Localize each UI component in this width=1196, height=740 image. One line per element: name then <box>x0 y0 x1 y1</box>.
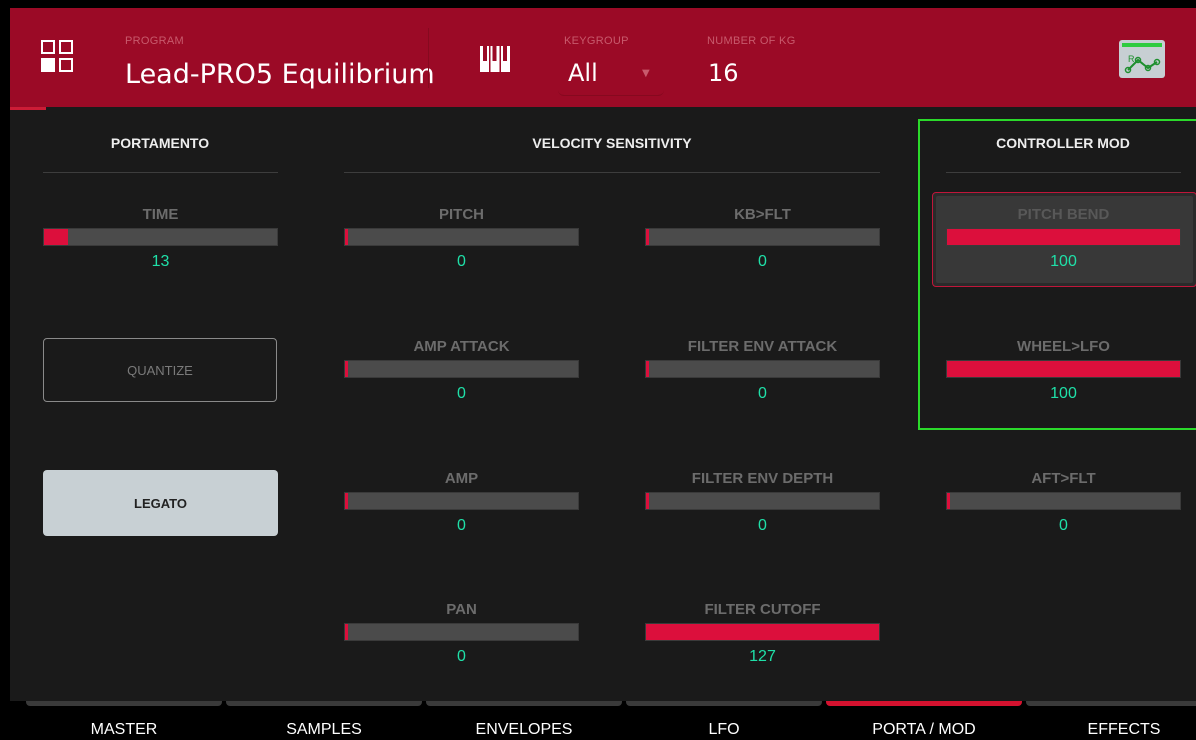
wheel-lfo-label: WHEEL>LFO <box>1017 338 1110 355</box>
app-window: PROGRAM Lead-PRO5 Equilibrium KEYGROUP A… <box>10 8 1196 740</box>
pitch-bend-slider-fill <box>947 229 1180 245</box>
header-divider <box>428 28 429 88</box>
amp-attack-label: AMP ATTACK <box>413 338 510 355</box>
tab-label: EFFECTS <box>1087 721 1161 738</box>
aft-flt-value: 0 <box>1059 517 1068 534</box>
tab-envelopes[interactable]: ENVELOPES <box>426 701 622 740</box>
tab-label: PORTA / MOD <box>872 721 976 738</box>
keygroup-label: KEYGROUP <box>564 35 629 47</box>
tab-label: ENVELOPES <box>475 721 573 738</box>
time-slider[interactable] <box>43 228 278 246</box>
kb-flt-value: 0 <box>758 253 767 270</box>
program-name[interactable]: Lead-PRO5 Equilibrium <box>125 59 435 90</box>
filter-cutoff-value: 127 <box>749 648 776 665</box>
aft-flt-slider-fill <box>947 493 950 509</box>
tab-indicator <box>826 701 1022 706</box>
filter-env-attack-slider[interactable] <box>645 360 880 378</box>
amp-slider[interactable] <box>344 492 579 510</box>
pitch-slider[interactable] <box>344 228 579 246</box>
number-of-kg-label: NUMBER OF KG <box>707 35 796 47</box>
amp-attack-slider[interactable] <box>344 360 579 378</box>
tab-label: MASTER <box>90 721 158 738</box>
amp-label: AMP <box>444 470 479 487</box>
filter-cutoff-slider-fill <box>646 624 879 640</box>
wheel-lfo-slider[interactable] <box>946 360 1181 378</box>
tab-samples[interactable]: SAMPLES <box>226 701 422 740</box>
mod-matrix-icon[interactable]: R <box>1119 40 1165 78</box>
keyboard-icon[interactable] <box>480 46 510 72</box>
keygroup-value[interactable]: All <box>568 59 598 87</box>
kb-flt-slider[interactable] <box>645 228 880 246</box>
header-bar: PROGRAM Lead-PRO5 Equilibrium KEYGROUP A… <box>10 8 1196 107</box>
portamento-title: PORTAMENTO <box>110 135 210 151</box>
quantize-button[interactable]: QUANTIZE <box>43 338 277 402</box>
kb-flt-label: KB>FLT <box>734 206 791 223</box>
mod-icon-letter: R <box>1128 54 1135 64</box>
pitch-bend-slider[interactable] <box>946 228 1181 246</box>
time-value: 13 <box>151 253 170 270</box>
amp-slider-fill <box>345 493 348 509</box>
amp-attack-slider-fill <box>345 361 348 377</box>
filter-cutoff-label: FILTER CUTOFF <box>704 601 821 618</box>
tab-indicator <box>626 701 822 706</box>
filter-env-depth-value: 0 <box>758 517 767 534</box>
wheel-lfo-slider-fill <box>947 361 1180 377</box>
filter-env-attack-value: 0 <box>758 385 767 402</box>
legato-button[interactable]: LEGATO <box>43 470 278 536</box>
filter-env-attack-slider-fill <box>646 361 649 377</box>
number-of-kg-value[interactable]: 16 <box>708 59 739 87</box>
filter-env-depth-slider[interactable] <box>645 492 880 510</box>
pan-value: 0 <box>457 648 466 665</box>
pan-label: PAN <box>446 601 477 618</box>
tab-label: LFO <box>708 721 740 738</box>
tab-porta-mod[interactable]: PORTA / MOD <box>826 701 1022 740</box>
tab-label: SAMPLES <box>286 721 362 738</box>
tab-master[interactable]: MASTER <box>26 701 222 740</box>
pitch-label: PITCH <box>439 206 484 223</box>
tab-indicator <box>426 701 622 706</box>
browser-grid-icon[interactable] <box>41 40 75 74</box>
pitch-value: 0 <box>457 253 466 270</box>
aft-flt-label: AFT>FLT <box>1031 470 1096 487</box>
tab-bar: MASTER SAMPLES ENVELOPES LFO PORTA / MOD… <box>10 701 1196 740</box>
controller-mod-title: CONTROLLER MOD <box>996 135 1130 151</box>
controller-separator <box>946 172 1181 173</box>
velocity-sensitivity-title: VELOCITY SENSITIVITY <box>532 135 692 151</box>
time-label: TIME <box>142 206 179 223</box>
aft-flt-slider[interactable] <box>946 492 1181 510</box>
filter-cutoff-slider[interactable] <box>645 623 880 641</box>
wheel-lfo-value: 100 <box>1050 385 1077 402</box>
kb-flt-slider-fill <box>646 229 649 245</box>
tab-indicator <box>1026 701 1196 706</box>
tab-indicator <box>226 701 422 706</box>
program-label: PROGRAM <box>125 35 184 47</box>
tab-indicator <box>26 701 222 706</box>
filter-env-attack-label: FILTER ENV ATTACK <box>687 338 838 355</box>
header-underline <box>10 107 46 110</box>
pan-slider-fill <box>345 624 348 640</box>
pan-slider[interactable] <box>344 623 579 641</box>
time-slider-fill <box>44 229 68 245</box>
tab-lfo[interactable]: LFO <box>626 701 822 740</box>
tab-effects[interactable]: EFFECTS <box>1026 701 1196 740</box>
pitch-bend-label: PITCH BEND <box>1017 206 1110 223</box>
amp-attack-value: 0 <box>457 385 466 402</box>
chevron-down-icon[interactable]: ▼ <box>642 68 650 79</box>
pitch-slider-fill <box>345 229 348 245</box>
amp-value: 0 <box>457 517 466 534</box>
pitch-bend-value: 100 <box>1050 253 1077 270</box>
filter-env-depth-slider-fill <box>646 493 649 509</box>
filter-env-depth-label: FILTER ENV DEPTH <box>691 470 834 487</box>
portamento-separator <box>43 172 278 173</box>
velocity-separator <box>344 172 880 173</box>
